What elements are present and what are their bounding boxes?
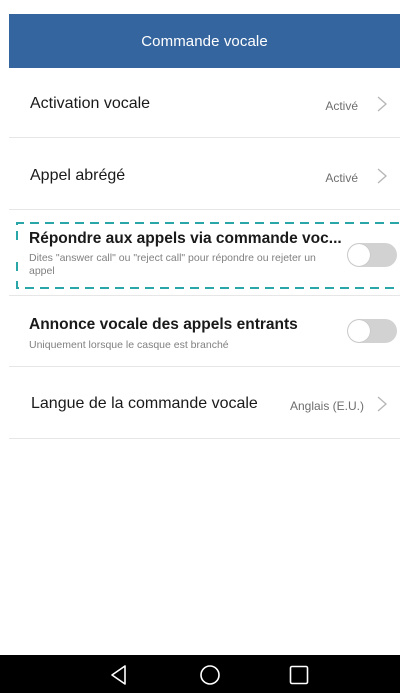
answer-calls-title: Répondre aux appels via commande voc... [29, 230, 342, 247]
voice-activation-title: Activation vocale [30, 95, 151, 112]
chevron-right-icon [377, 168, 387, 184]
announce-calls-title: Annonce vocale des appels entrants [29, 316, 298, 333]
answer-calls-toggle[interactable] [347, 243, 397, 267]
page-title: Commande vocale [141, 32, 268, 50]
system-navigation-bar [0, 655, 400, 693]
answer-calls-subtitle: Dites "answer call" ou "reject call" pou… [29, 252, 316, 277]
setting-answer-calls[interactable]: Répondre aux appels via commande voc... … [9, 210, 400, 296]
setting-announce-calls[interactable]: Annonce vocale des appels entrants Uniqu… [9, 296, 400, 367]
announce-calls-subtitle: Uniquement lorsque le casque est branché [29, 339, 229, 351]
circle-home-icon[interactable] [197, 662, 223, 688]
quick-call-title: Appel abrégé [30, 167, 126, 184]
setting-voice-activation[interactable]: Activation vocale Activé [9, 68, 400, 138]
quick-call-value: Activé [325, 171, 358, 185]
chevron-right-icon [377, 96, 387, 112]
toggle-knob [348, 244, 370, 266]
settings-list: Activation vocale Activé Appel abrégé Ac… [9, 68, 400, 439]
triangle-back-icon[interactable] [106, 662, 132, 688]
toggle-knob [348, 320, 370, 342]
announce-calls-toggle[interactable] [347, 319, 397, 343]
settings-screen: Commande vocale Activation vocale Activé… [0, 0, 400, 693]
chevron-right-icon [377, 396, 387, 412]
language-value: Anglais (E.U.) [289, 399, 364, 413]
app-bar: Commande vocale [9, 14, 400, 68]
language-title: Langue de la commande vocale [31, 395, 258, 412]
setting-quick-call[interactable]: Appel abrégé Activé [9, 138, 400, 210]
voice-activation-value: Activé [325, 99, 358, 113]
square-recents-icon[interactable] [286, 662, 312, 688]
setting-language[interactable]: Langue de la commande vocale Anglais (E.… [9, 367, 400, 439]
screen-left-margin [0, 0, 9, 655]
